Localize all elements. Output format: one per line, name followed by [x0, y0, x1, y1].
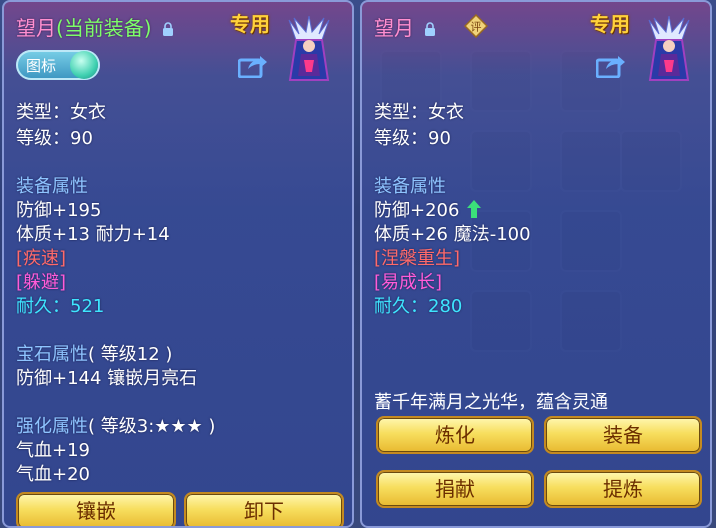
enhance-attributes-header: 强化属性	[16, 416, 88, 437]
exclusive-badge: 专用	[230, 12, 270, 36]
enhance-level: ( 等级3:★★★ )	[88, 416, 216, 437]
share-icon[interactable]	[596, 54, 626, 78]
gem-stat: 防御+144 镶嵌月亮石	[16, 368, 198, 389]
defense-stat-row: 防御+206	[374, 196, 482, 222]
equipped-tag: (当前装备)	[56, 16, 152, 40]
item-name: 望月	[374, 16, 414, 40]
item-level: 等级：90	[16, 128, 93, 149]
equip-attributes-header: 装备属性	[374, 176, 446, 197]
equip-attributes-header: 装备属性	[16, 176, 88, 197]
durability: 耐久：521	[16, 296, 105, 317]
defense-stat: 防御+195	[16, 200, 102, 221]
stat-up-arrow-icon	[467, 200, 482, 218]
item-description: 蓄千年满月之光华，蕴含灵通	[374, 392, 608, 413]
item-title: 望月(当前装备)	[16, 12, 174, 41]
character-portrait-icon	[288, 16, 330, 81]
toggle-knob	[70, 51, 98, 79]
special-effect: [易成长]	[374, 272, 443, 293]
item-type: 类型：女衣	[374, 102, 464, 123]
evaluate-icon-label: 评	[471, 21, 482, 34]
special-effect: [躲避]	[16, 272, 67, 293]
compare-item-tooltip: 望月 评 专用 类型：女衣 等级：90 装备属性 防御+206 体质+26 魔法…	[360, 0, 712, 528]
gem-level: ( 等级12 )	[88, 344, 173, 365]
item-type: 类型：女衣	[16, 102, 106, 123]
defense-stat: 防御+206	[374, 200, 460, 221]
item-level: 等级：90	[374, 128, 451, 149]
enhance-stat: 气血+19	[16, 440, 90, 461]
enhance-stat: 气血+20	[16, 464, 90, 485]
character-portrait-icon	[648, 16, 690, 81]
durability: 耐久：280	[374, 296, 463, 317]
extract-button[interactable]: 提炼	[544, 470, 702, 508]
unequip-button[interactable]: 卸下	[184, 492, 344, 526]
item-name: 望月	[16, 16, 56, 40]
special-skill: [疾速]	[16, 248, 67, 269]
equipped-item-tooltip: 望月(当前装备) 专用 图标 类型：女衣 等级：90 装备属性 防御+195 体…	[2, 0, 354, 528]
share-icon[interactable]	[238, 54, 268, 78]
icon-toggle-label: 图标	[26, 57, 57, 75]
item-title: 望月	[374, 12, 436, 41]
lock-icon	[425, 22, 436, 36]
base-stats: 体质+26 魔法-100	[374, 224, 531, 245]
evaluate-icon[interactable]: 评	[464, 14, 488, 38]
icon-toggle[interactable]: 图标	[16, 50, 100, 80]
gem-attributes-header: 宝石属性	[16, 344, 88, 365]
gem-attributes: 宝石属性( 等级12 )	[16, 340, 172, 366]
donate-button[interactable]: 捐献	[376, 470, 534, 508]
enhance-attributes: 强化属性( 等级3:★★★ )	[16, 412, 215, 438]
refine-button[interactable]: 炼化	[376, 416, 534, 454]
lock-icon	[162, 22, 173, 36]
special-skill: [涅槃重生]	[374, 248, 461, 269]
exclusive-badge: 专用	[590, 12, 630, 36]
base-stats: 体质+13 耐力+14	[16, 224, 170, 245]
equip-button[interactable]: 装备	[544, 416, 702, 454]
inlay-button[interactable]: 镶嵌	[16, 492, 176, 526]
